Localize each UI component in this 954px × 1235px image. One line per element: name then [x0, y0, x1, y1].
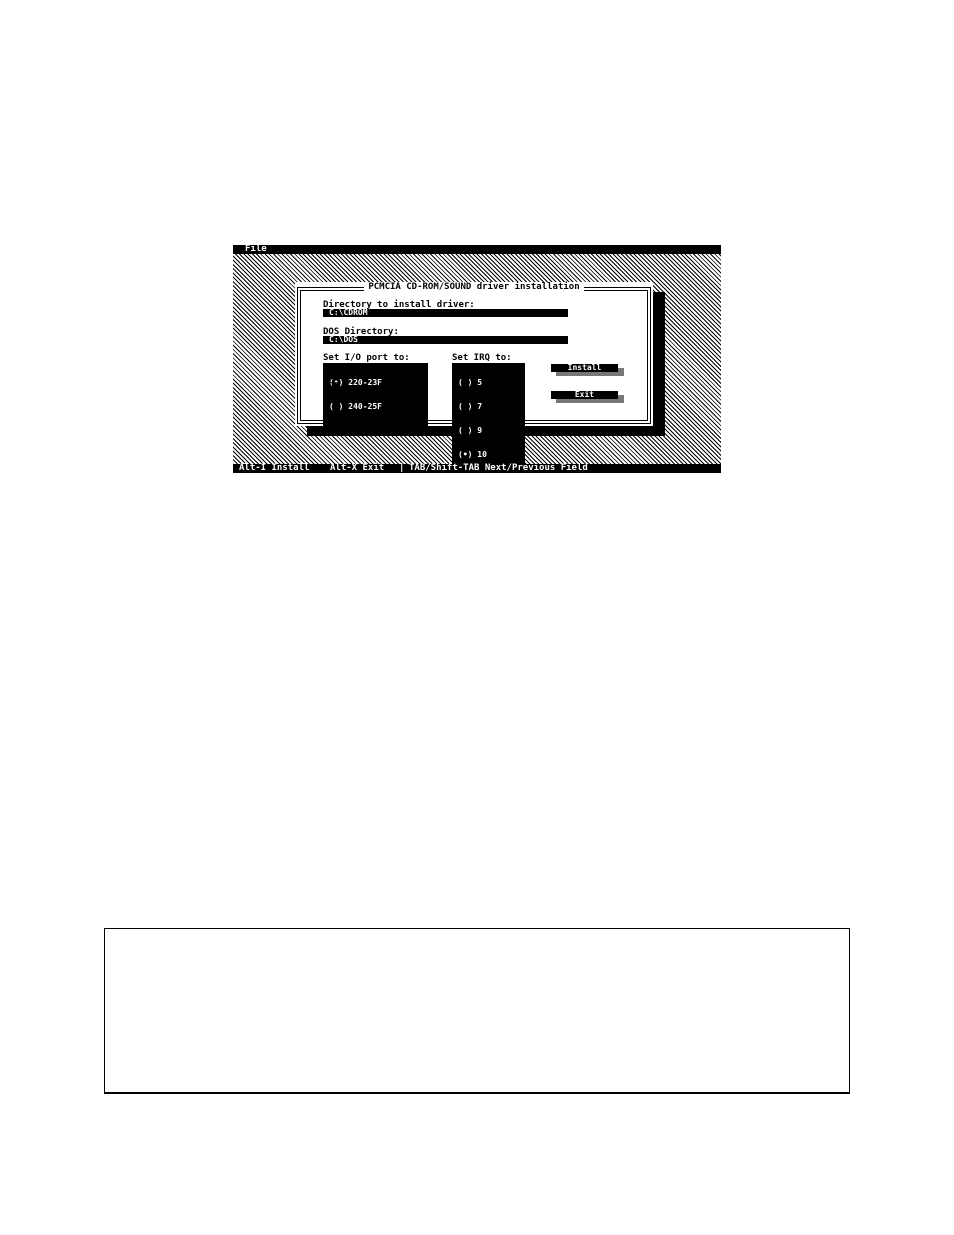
- io-port-label: Set I/O port to:: [323, 353, 410, 363]
- irq-option-9[interactable]: ( ) 9: [452, 427, 525, 435]
- dialog-title: PCMCIA CD-ROM/SOUND driver installation: [295, 282, 653, 292]
- status-bar: Alt-I Install Alt-X Exit | TAB/Shift-TAB…: [233, 464, 721, 473]
- install-button-wrap: Install: [551, 364, 624, 376]
- install-dialog: PCMCIA CD-ROM/SOUND driver installation …: [295, 282, 653, 473]
- irq-option-5[interactable]: ( ) 5: [452, 379, 525, 387]
- status-tab-hint: TAB/Shift-TAB Next/Previous Field: [409, 463, 588, 473]
- irq-radio-group: ( ) 5 ( ) 7 ( ) 9 (•) 10: [452, 363, 525, 473]
- irq-label: Set IRQ to:: [452, 353, 512, 363]
- dialog-title-text: PCMCIA CD-ROM/SOUND driver installation: [364, 282, 584, 292]
- install-button[interactable]: Install: [551, 364, 618, 372]
- status-exit-hint[interactable]: Alt-X Exit: [330, 464, 384, 473]
- menu-bar: File: [233, 245, 721, 254]
- dos-dir-input[interactable]: C:\DOS: [323, 336, 568, 344]
- irq-option-10[interactable]: (•) 10: [452, 451, 525, 459]
- io-port-option-240[interactable]: ( ) 240-25F: [323, 403, 428, 411]
- status-divider: |: [399, 463, 405, 473]
- irq-option-7[interactable]: ( ) 7: [452, 403, 525, 411]
- empty-note-box: [104, 928, 850, 1094]
- exit-button-wrap: Exit: [551, 391, 624, 403]
- menu-file[interactable]: File: [245, 245, 267, 254]
- io-port-option-388[interactable]: (•) 388-38B: [329, 390, 382, 398]
- exit-button[interactable]: Exit: [551, 391, 618, 399]
- dos-installer-screen: File PCMCIA CD-ROM/SOUND driver installa…: [233, 245, 721, 473]
- status-install-hint[interactable]: Alt-I Install: [239, 464, 309, 473]
- install-dir-input[interactable]: C:\CDROM: [323, 309, 568, 317]
